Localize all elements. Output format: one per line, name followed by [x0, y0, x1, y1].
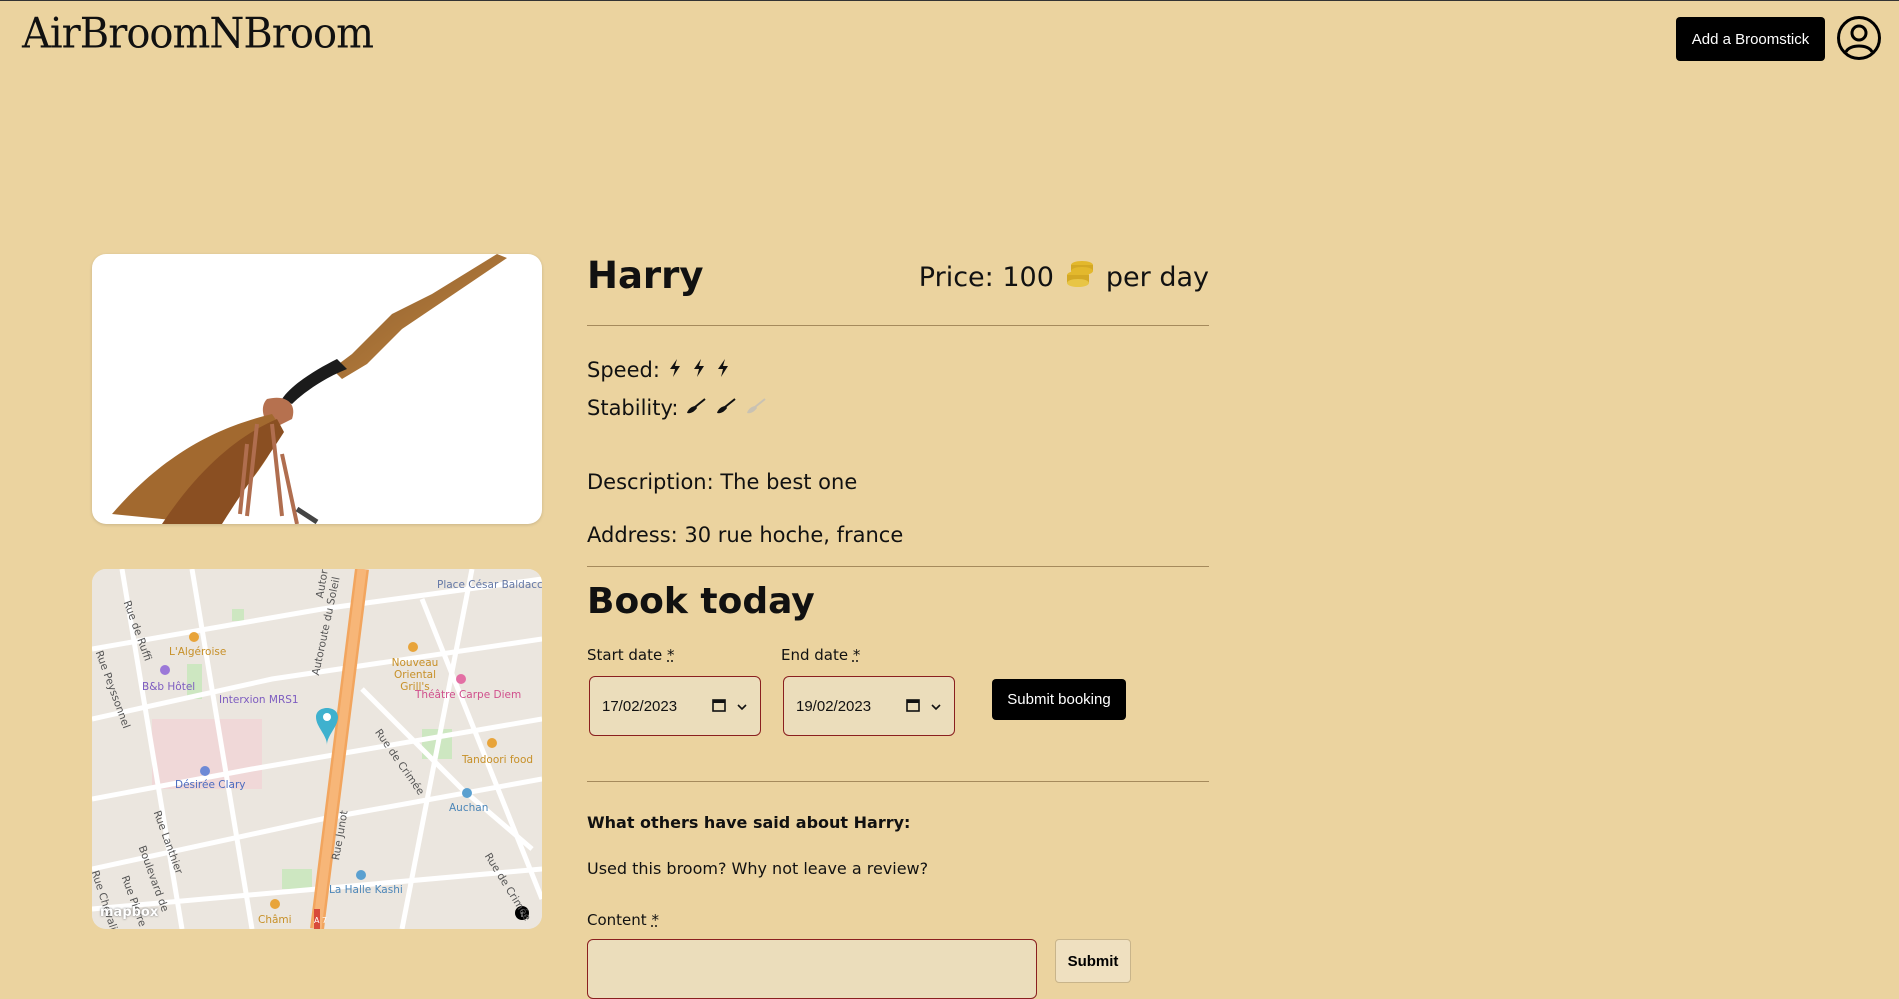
broom-icon: [716, 396, 737, 420]
map-label-interxion: Interxion MRS1: [219, 694, 299, 706]
stability-row: Stability:: [587, 396, 767, 420]
lightning-icon: [692, 358, 706, 382]
price-label: Price: 100: [918, 262, 1054, 293]
lightning-icon: [668, 358, 682, 382]
map-label-desiree-clary: Désirée Clary: [175, 779, 246, 791]
speed-label: Speed:: [587, 358, 660, 382]
speed-row: Speed:: [587, 358, 730, 382]
map-label-tandoori: Tandoori food: [462, 754, 534, 766]
broom-icon: [746, 396, 767, 420]
add-broomstick-button[interactable]: Add a Broomstick: [1676, 17, 1825, 61]
description: Description: The best one: [587, 470, 858, 494]
map-label-bb-hotel: B&b Hôtel: [142, 681, 196, 693]
calendar-icon[interactable]: [712, 698, 726, 716]
map-label-oriental-grill: Nouveau Oriental Grill's: [391, 657, 439, 693]
end-date-input[interactable]: 19/02/2023: [783, 676, 955, 736]
location-map[interactable]: i Place César Baldaccini L'Algéroise Nou…: [92, 569, 542, 929]
price-suffix: per day: [1105, 262, 1209, 293]
submit-review-button[interactable]: Submit: [1055, 939, 1131, 983]
coins-icon: [1064, 259, 1096, 296]
divider: [587, 325, 1209, 326]
user-account-icon[interactable]: [1836, 15, 1882, 61]
start-date-input[interactable]: 17/02/2023: [589, 676, 761, 736]
map-label-algeroise: L'Algéroise: [169, 646, 227, 658]
speed-rating: [668, 358, 730, 382]
map-label-a7: A 7: [314, 916, 328, 925]
stability-label: Stability:: [587, 396, 679, 420]
reviews-heading: What others have said about Harry:: [587, 813, 911, 832]
map-label-auchan: Auchan: [449, 802, 489, 814]
lightning-icon: [716, 358, 730, 382]
start-date-label: Start date *: [587, 646, 675, 664]
broom-icon: [686, 396, 707, 420]
divider: [587, 566, 1209, 567]
stability-rating: [686, 396, 767, 420]
map-label-theatre: Théâtre Carpe Diem: [415, 689, 522, 701]
calendar-icon[interactable]: [906, 698, 920, 716]
review-content-input[interactable]: [587, 939, 1037, 999]
map-label-place-cesar: Place César Baldaccini: [437, 579, 542, 591]
submit-booking-button[interactable]: Submit booking: [992, 679, 1126, 720]
chevron-down-icon[interactable]: [736, 699, 748, 716]
reviews-prompt: Used this broom? Why not leave a review?: [587, 859, 929, 878]
mapbox-logo[interactable]: mapbox: [100, 905, 158, 920]
start-date-value: 17/02/2023: [602, 697, 678, 715]
end-date-value: 19/02/2023: [796, 697, 872, 715]
site-logo[interactable]: AirBroomNBroom: [22, 10, 374, 58]
book-today-heading: Book today: [587, 581, 815, 622]
divider: [587, 781, 1209, 782]
end-date-label: End date *: [781, 646, 861, 664]
chevron-down-icon[interactable]: [930, 699, 942, 716]
map-label-chami: Châmi: [258, 914, 292, 926]
price: Price: 100 per day: [919, 259, 1209, 296]
address: Address: 30 rue hoche, france: [587, 523, 904, 547]
broom-name: Harry: [587, 254, 704, 297]
broom-image: [92, 254, 542, 524]
map-label-halle-kashi: La Halle Kashi: [329, 884, 403, 896]
content-label: Content *: [587, 911, 659, 929]
